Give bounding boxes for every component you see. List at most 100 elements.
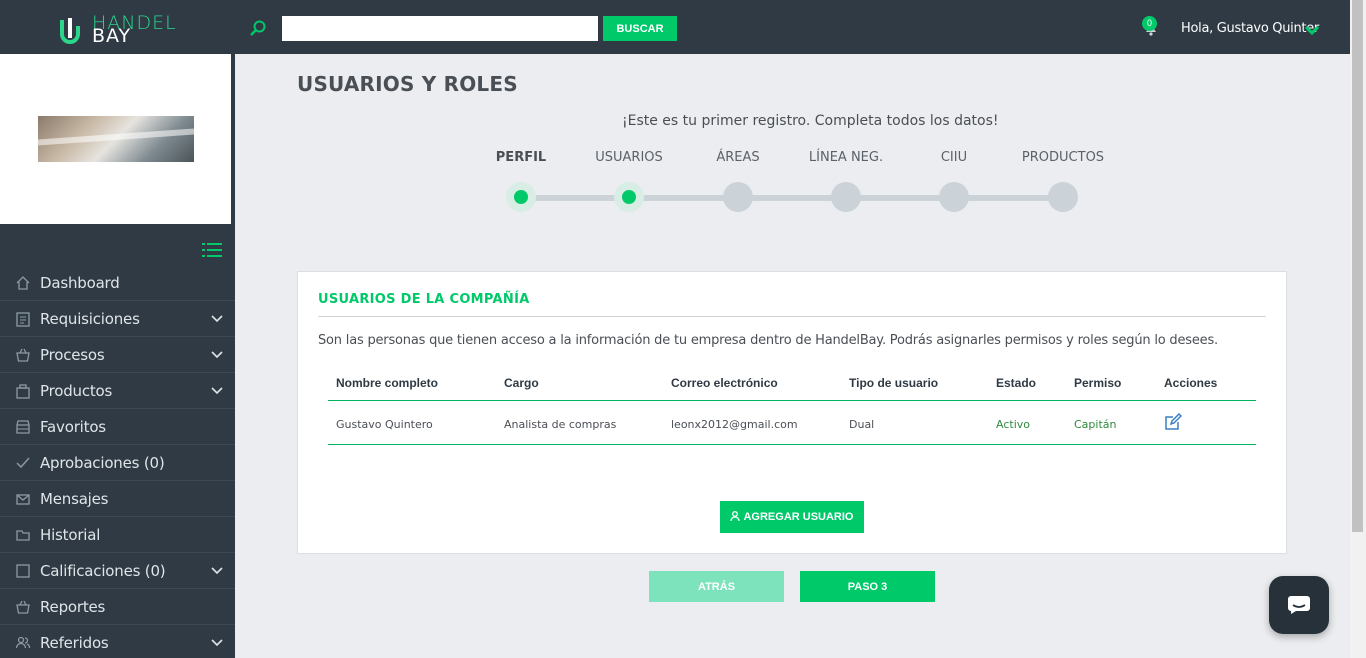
scrollbar-thumb[interactable] xyxy=(1352,0,1363,532)
users-table: Nombre completo Cargo Correo electrónico… xyxy=(328,368,1256,445)
step-dot xyxy=(723,182,753,212)
step-areas[interactable]: ÁREAS xyxy=(678,150,798,212)
chevron-down-icon xyxy=(211,351,223,359)
menu-toggle-icon[interactable] xyxy=(202,242,222,259)
sidebar-item-label: Productos xyxy=(40,382,113,400)
step-label: PERFIL xyxy=(495,150,547,165)
step-dot-done xyxy=(506,182,536,212)
cell-permiso: Capitán xyxy=(1074,418,1117,431)
step-label: USUARIOS xyxy=(595,150,663,165)
step-dot xyxy=(1048,182,1078,212)
chevron-down-icon xyxy=(211,387,223,395)
users-card: USUARIOS DE LA COMPAÑÍA Son las personas… xyxy=(297,271,1287,554)
first-registration-message: ¡Este es tu primer registro. Completa to… xyxy=(622,113,999,129)
sidebar-item-calificaciones[interactable]: Calificaciones (0) xyxy=(0,553,235,589)
sidebar-item-label: Requisiciones xyxy=(40,310,140,328)
sidebar-item-dashboard[interactable]: Dashboard xyxy=(0,265,235,301)
chat-button[interactable] xyxy=(1269,576,1329,634)
next-step-button[interactable]: PASO 3 xyxy=(800,571,935,602)
column-header: Estado xyxy=(996,376,1037,390)
search-input[interactable] xyxy=(282,16,598,41)
step-productos[interactable]: PRODUCTOS xyxy=(1003,150,1123,212)
add-user-label: AGREGAR USUARIO xyxy=(743,511,854,523)
sidebar-item-label: Dashboard xyxy=(40,274,120,292)
store-icon xyxy=(16,420,30,434)
sidebar-menu: Dashboard Requisiciones Procesos Product… xyxy=(0,265,235,658)
user-greeting[interactable]: Hola, Gustavo Quinter xyxy=(1181,21,1319,36)
sidebar-item-aprobaciones[interactable]: Aprobaciones (0) xyxy=(0,445,235,481)
step-label: ÁREAS xyxy=(716,150,760,165)
folder-icon xyxy=(16,530,30,541)
sidebar-item-procesos[interactable]: Procesos xyxy=(0,337,235,373)
clipboard-icon xyxy=(16,312,30,327)
building-icon xyxy=(16,384,30,399)
back-button[interactable]: ATRÁS xyxy=(649,571,784,602)
step-label: LÍNEA NEG. xyxy=(808,150,884,165)
column-header: Tipo de usuario xyxy=(849,376,939,390)
chevron-down-icon xyxy=(211,567,223,575)
column-header: Acciones xyxy=(1164,376,1218,390)
step-ciiu[interactable]: CIIU xyxy=(894,150,1014,212)
chat-icon xyxy=(1288,596,1310,614)
card-title: USUARIOS DE LA COMPAÑÍA xyxy=(318,292,530,307)
basket-icon xyxy=(16,348,30,362)
sidebar-item-label: Historial xyxy=(40,526,101,544)
chevron-down-icon[interactable] xyxy=(1304,24,1320,36)
column-header: Nombre completo xyxy=(336,376,439,390)
card-description: Son las personas que tienen acceso a la … xyxy=(318,333,1218,348)
cell-correo: leonx2012@gmail.com xyxy=(671,418,798,431)
cell-estado: Activo xyxy=(996,418,1030,431)
table-header: Nombre completo Cargo Correo electrónico… xyxy=(328,368,1256,401)
table-row: Gustavo Quintero Analista de compras leo… xyxy=(328,401,1256,445)
check-icon xyxy=(16,457,30,469)
chevron-down-icon xyxy=(211,639,223,647)
sidebar-item-referidos[interactable]: Referidos xyxy=(0,625,235,658)
step-dot xyxy=(831,182,861,212)
page-title: USUARIOS Y ROLES xyxy=(297,72,518,96)
search-button[interactable]: BUSCAR xyxy=(603,16,677,41)
sidebar-item-reportes[interactable]: Reportes xyxy=(0,589,235,625)
step-label: CIIU xyxy=(940,150,968,165)
envelope-icon xyxy=(16,494,30,505)
step-linea-neg[interactable]: LÍNEA NEG. xyxy=(786,150,906,212)
sidebar-item-label: Procesos xyxy=(40,346,105,364)
basket-icon xyxy=(16,600,30,614)
sidebar-item-requisiciones[interactable]: Requisiciones xyxy=(0,301,235,337)
notification-badge: 0 xyxy=(1142,16,1157,31)
sidebar-item-label: Mensajes xyxy=(40,490,109,508)
sidebar-item-label: Favoritos xyxy=(40,418,106,436)
edit-icon[interactable] xyxy=(1164,413,1182,431)
home-icon xyxy=(16,276,30,290)
sidebar-item-historial[interactable]: Historial xyxy=(0,517,235,553)
step-usuarios[interactable]: USUARIOS xyxy=(569,150,689,212)
step-dot xyxy=(939,182,969,212)
card-divider xyxy=(318,316,1266,317)
sidebar-item-label: Referidos xyxy=(40,634,109,652)
step-label: PRODUCTOS xyxy=(1021,150,1105,165)
search-icon[interactable] xyxy=(249,19,267,37)
cell-cargo: Analista de compras xyxy=(504,418,617,431)
cell-nombre: Gustavo Quintero xyxy=(336,418,433,431)
logo-mark-icon xyxy=(60,18,80,44)
column-header: Permiso xyxy=(1074,376,1122,390)
logo-text-bay: BAY xyxy=(92,25,132,47)
sidebar-item-mensajes[interactable]: Mensajes xyxy=(0,481,235,517)
add-user-button[interactable]: AGREGAR USUARIO xyxy=(720,501,864,533)
sidebar-item-favoritos[interactable]: Favoritos xyxy=(0,409,235,445)
sidebar-item-productos[interactable]: Productos xyxy=(0,373,235,409)
step-dot-done xyxy=(614,182,644,212)
column-header: Correo electrónico xyxy=(671,376,778,390)
square-icon xyxy=(16,564,30,578)
sidebar-item-label: Aprobaciones (0) xyxy=(40,454,165,472)
step-perfil[interactable]: PERFIL xyxy=(461,150,581,212)
user-icon xyxy=(730,511,741,522)
sidebar-item-label: Calificaciones (0) xyxy=(40,562,166,580)
steps-track xyxy=(530,195,1060,201)
chevron-down-icon xyxy=(211,315,223,323)
users-icon xyxy=(15,636,31,649)
cell-tipo: Dual xyxy=(849,418,875,431)
sidebar-item-label: Reportes xyxy=(40,598,106,616)
logo[interactable]: HANDEL BAY xyxy=(58,12,188,47)
wizard-steps: PERFIL USUARIOS ÁREAS LÍNEA NEG. CIIU PR… xyxy=(490,150,1130,220)
column-header: Cargo xyxy=(504,376,539,390)
